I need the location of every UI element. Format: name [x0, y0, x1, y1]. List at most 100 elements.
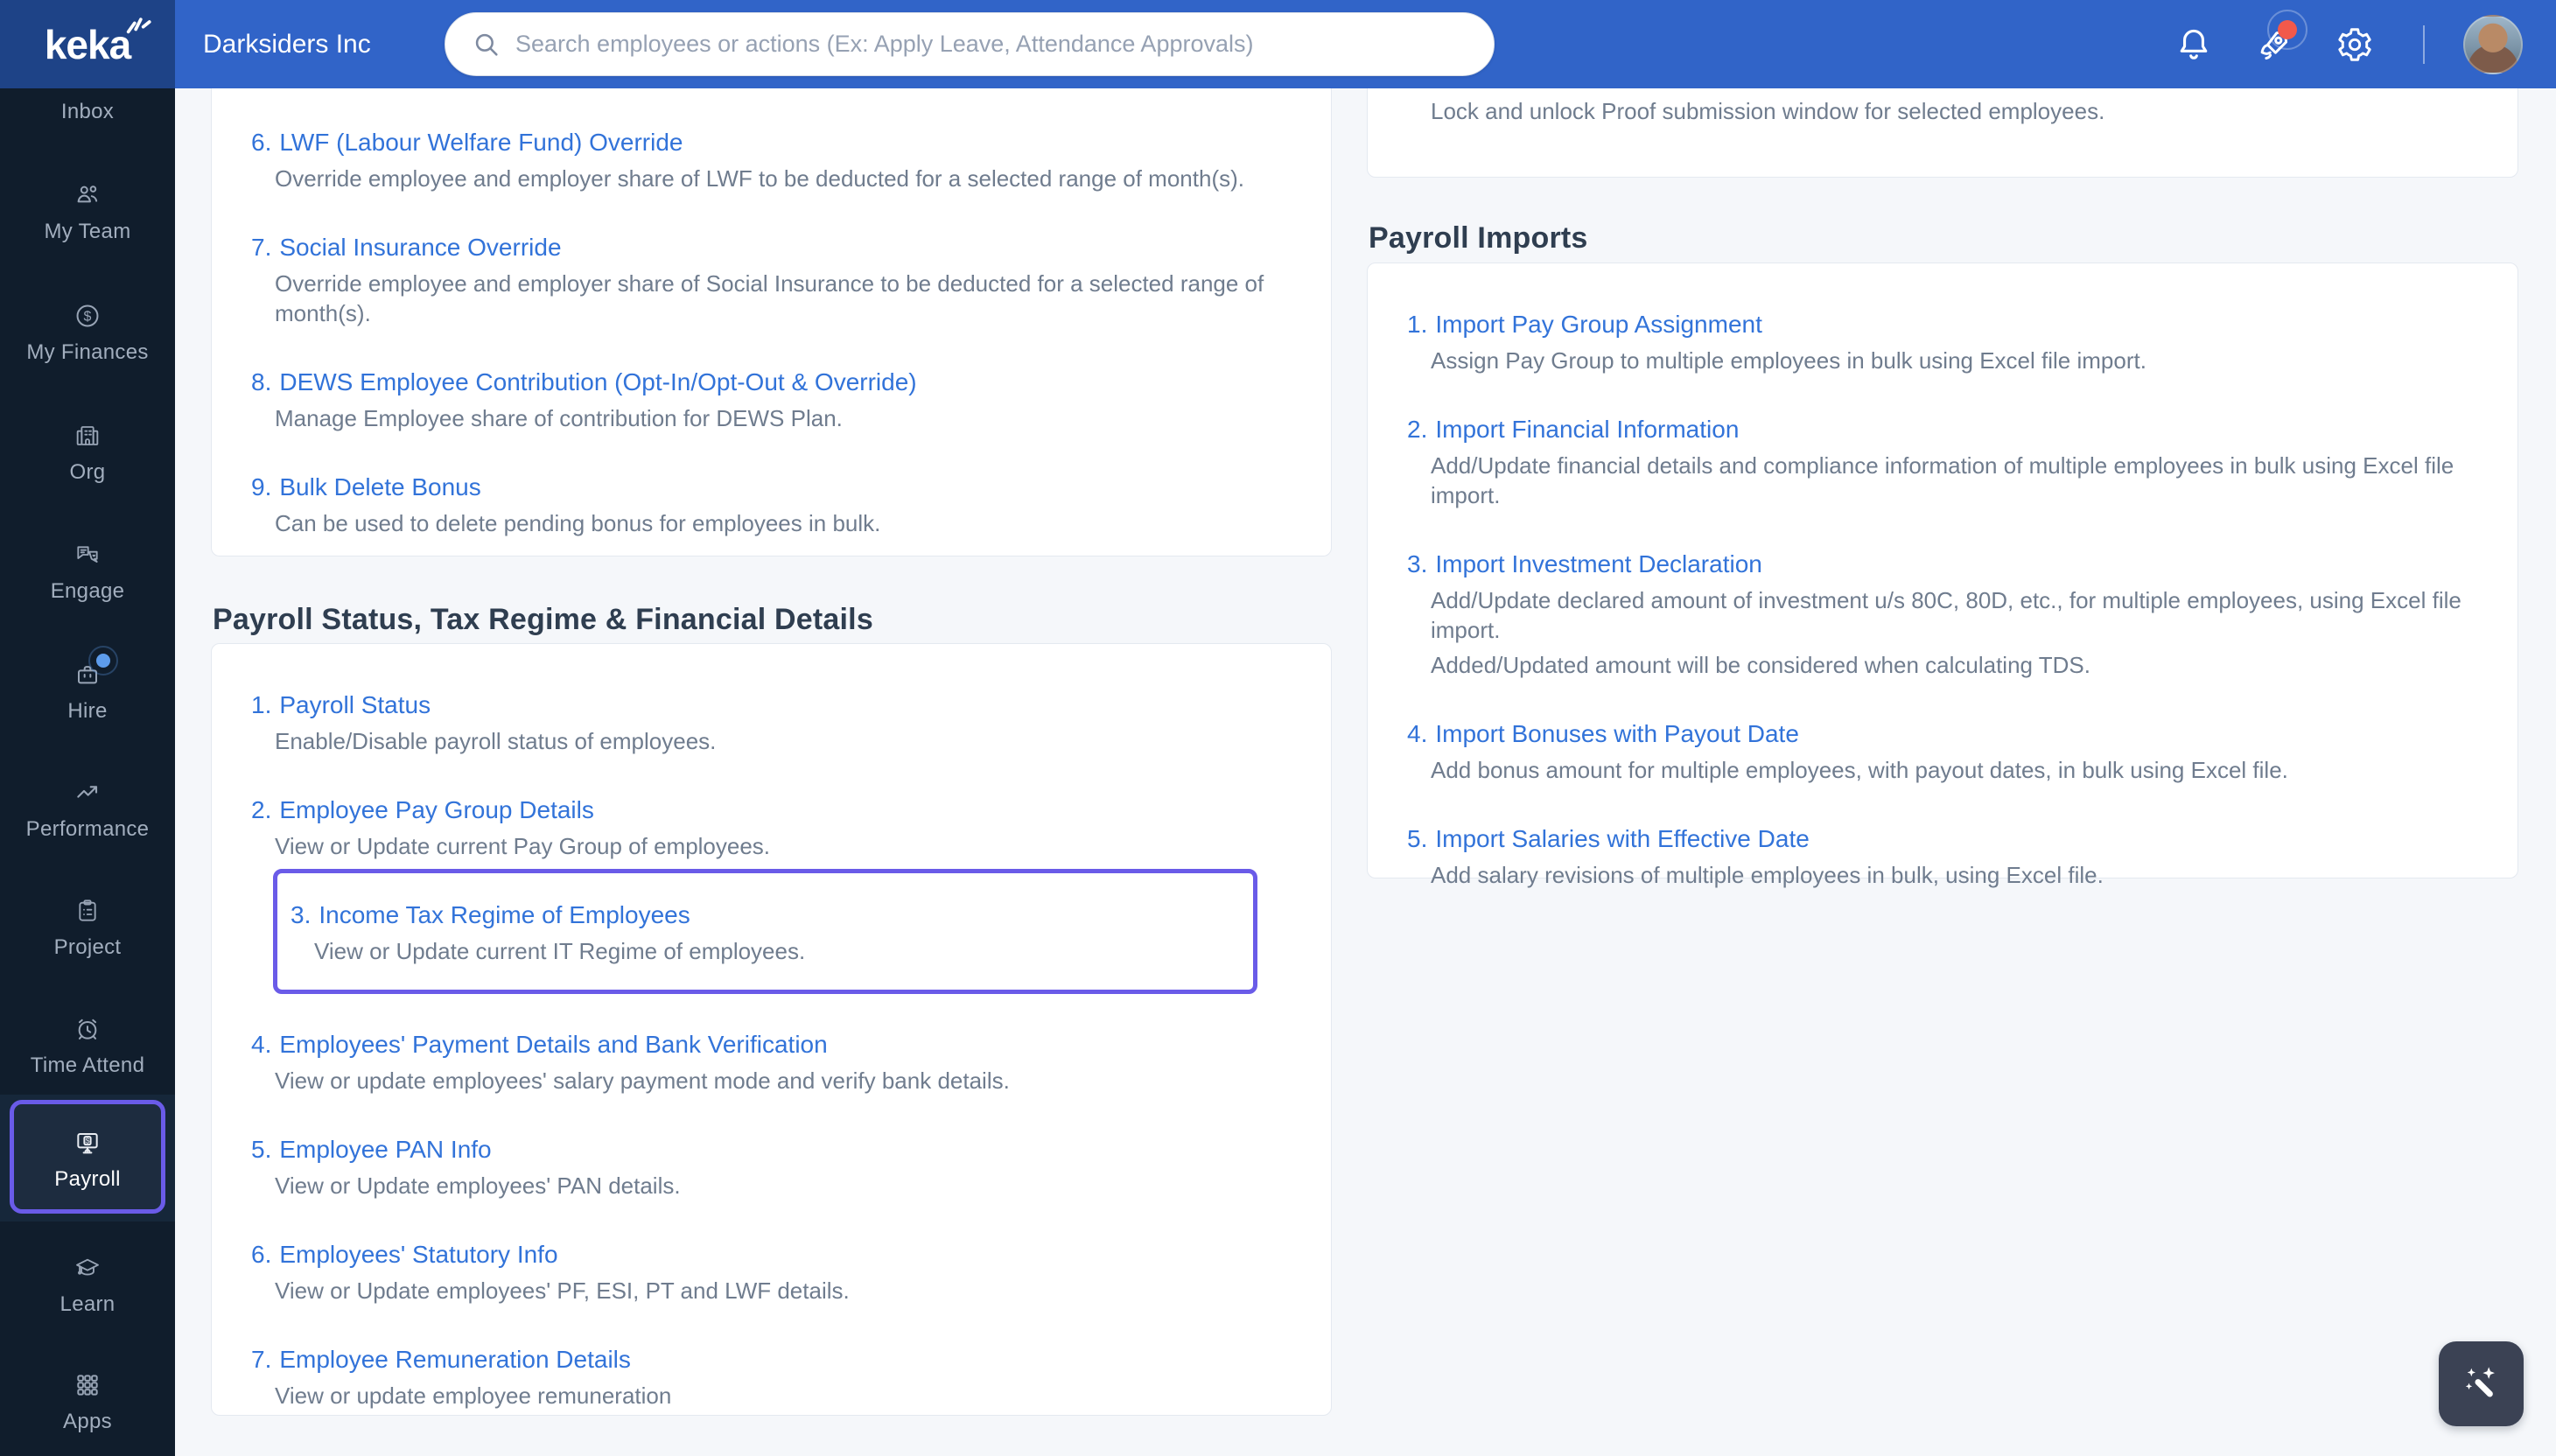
list-item: 9. Bulk Delete Bonus Can be used to dele…	[251, 472, 1296, 538]
item-description: View or update employee remuneration	[275, 1382, 672, 1409]
svg-text:$: $	[84, 310, 92, 325]
list-item: 8. DEWS Employee Contribution (Opt-In/Op…	[251, 368, 1296, 433]
learn-icon	[74, 1254, 102, 1282]
item-description: View or Update employees' PF, ESI, PT an…	[275, 1278, 850, 1304]
item-description: View or Update current Pay Group of empl…	[275, 833, 771, 859]
list-item: 2. Import Financial Information Add/Upda…	[1407, 415, 2482, 510]
search-input[interactable]	[515, 31, 1467, 58]
sidebar-item-inbox[interactable]: Inbox	[0, 88, 175, 124]
performance-icon	[74, 779, 102, 807]
inbox-icon	[74, 88, 102, 89]
main-content: 6. LWF (Labour Welfare Fund) Override Ov…	[175, 88, 2556, 1456]
item-link[interactable]: 3. Income Tax Regime of Employees	[291, 900, 1236, 930]
list-item: 1. Import Pay Group Assignment Assign Pa…	[1407, 310, 2482, 375]
item-link[interactable]: 7. Social Insurance Override	[251, 233, 1296, 262]
top-bar: keka Darksiders Inc	[0, 0, 2556, 88]
global-search[interactable]	[445, 12, 1495, 76]
sidebar-item-time-attend[interactable]: Time Attend	[0, 1015, 175, 1078]
org-icon	[74, 422, 102, 450]
item-description: Enable/Disable payroll status of employe…	[275, 728, 717, 754]
item-link[interactable]: 4. Import Bonuses with Payout Date	[1407, 719, 2482, 749]
sidebar-item-my-team[interactable]: My Team	[0, 181, 175, 244]
sidebar-item-performance[interactable]: Performance	[0, 779, 175, 842]
item-link[interactable]: 1. Import Pay Group Assignment	[1407, 310, 2482, 340]
list-item: 6. Employees' Statutory Info View or Upd…	[251, 1240, 1296, 1306]
item-description: Add/Update declared amount of investment…	[1431, 587, 2461, 643]
search-icon	[475, 33, 498, 56]
list-item: 7. Social Insurance Override Override em…	[251, 233, 1296, 328]
item-description-line2: Added/Updated amount will be considered …	[1431, 652, 2090, 678]
sidebar-item-engage[interactable]: Engage	[0, 541, 175, 604]
logo-wordmark: keka	[44, 21, 131, 67]
item-link[interactable]: 6. Employees' Statutory Info	[251, 1240, 1296, 1270]
item-description: Lock and unlock Proof submission window …	[1431, 98, 2105, 124]
item-link[interactable]: 4. Employees' Payment Details and Bank V…	[251, 1030, 1296, 1060]
sidebar-nav: Inbox My Team $ My Finances Org Engage H…	[0, 88, 175, 1456]
company-name: Darksiders Inc	[203, 29, 371, 59]
item-description: Assign Pay Group to multiple employees i…	[1431, 347, 2146, 374]
list-item: 1. Payroll Status Enable/Disable payroll…	[251, 690, 1296, 756]
item-description: Can be used to delete pending bonus for …	[275, 510, 881, 536]
sidebar-item-my-finances[interactable]: $ My Finances	[0, 302, 175, 365]
item-description: Override employee and employer share of …	[275, 270, 1264, 326]
keka-logo[interactable]: keka	[0, 0, 175, 88]
sidebar-item-project[interactable]: Project	[0, 897, 175, 960]
item-description: Manage Employee share of contribution fo…	[275, 405, 843, 431]
item-link[interactable]: 5. Import Salaries with Effective Date	[1407, 824, 2482, 854]
sidebar-item-learn[interactable]: Learn	[0, 1254, 175, 1317]
item-description: Add bonus amount for multiple employees,…	[1431, 757, 2288, 783]
magic-wand-fab[interactable]	[2439, 1341, 2524, 1426]
proof-submission-card-partial: Lock and unlock Proof submission window …	[1367, 88, 2518, 178]
logo-spark-icon	[126, 17, 151, 33]
hire-notification-dot	[88, 646, 118, 676]
team-icon	[74, 181, 102, 209]
list-item: 2. Employee Pay Group Details View or Up…	[251, 795, 1296, 861]
sidebar-item-payroll[interactable]: $ Payroll	[0, 1129, 175, 1192]
engage-icon	[74, 541, 102, 569]
notifications-bell-icon[interactable]	[2174, 25, 2213, 64]
magic-wand-icon	[2465, 1366, 2495, 1396]
project-icon	[74, 897, 102, 925]
item-description: View or Update employees' PAN details.	[275, 1172, 681, 1199]
item-link[interactable]: 8. DEWS Employee Contribution (Opt-In/Op…	[251, 368, 1296, 397]
settings-gear-icon[interactable]	[2335, 25, 2374, 64]
item-description: Override employee and employer share of …	[275, 165, 1244, 192]
payroll-icon: $	[74, 1129, 102, 1157]
item-link[interactable]: 7. Employee Remuneration Details	[251, 1345, 1296, 1375]
list-item: 4. Employees' Payment Details and Bank V…	[251, 1030, 1296, 1096]
item-link[interactable]: 3. Import Investment Declaration	[1407, 550, 2482, 579]
list-item-highlighted: 3. Income Tax Regime of Employees View o…	[291, 900, 1236, 966]
highlighted-item-box: 3. Income Tax Regime of Employees View o…	[273, 869, 1257, 994]
list-item: 5. Employee PAN Info View or Update empl…	[251, 1135, 1296, 1200]
finances-icon: $	[74, 302, 102, 330]
item-link[interactable]: 2. Import Financial Information	[1407, 415, 2482, 444]
item-link[interactable]: 6. LWF (Labour Welfare Fund) Override	[251, 128, 1296, 158]
rocket-notification-dot	[2267, 9, 2307, 50]
whats-new-rocket-icon[interactable]	[2255, 9, 2307, 64]
item-link[interactable]: 9. Bulk Delete Bonus	[251, 472, 1296, 502]
section-title-payroll-imports: Payroll Imports	[1369, 221, 1588, 255]
item-link[interactable]: 1. Payroll Status	[251, 690, 1296, 720]
item-link[interactable]: 5. Employee PAN Info	[251, 1135, 1296, 1165]
sidebar-item-hire[interactable]: Hire	[0, 646, 175, 724]
item-description: View or Update current IT Regime of empl…	[314, 938, 806, 964]
item-description: Add/Update financial details and complia…	[1431, 452, 2454, 508]
section-title-payroll-status: Payroll Status, Tax Regime & Financial D…	[213, 603, 873, 636]
apps-icon	[74, 1371, 102, 1399]
topbar-divider	[2423, 24, 2425, 64]
payroll-imports-card: 1. Import Pay Group Assignment Assign Pa…	[1367, 262, 2518, 888]
sidebar-item-apps[interactable]: Apps	[0, 1371, 175, 1434]
list-item: 6. LWF (Labour Welfare Fund) Override Ov…	[251, 128, 1296, 193]
list-item: 4. Import Bonuses with Payout Date Add b…	[1407, 719, 2482, 785]
list-item: 7. Employee Remuneration Details View or…	[251, 1345, 1296, 1410]
hire-icon	[74, 646, 118, 689]
sidebar-item-org[interactable]: Org	[0, 422, 175, 485]
keka-payroll-admin-page: keka Darksiders Inc Search employees or …	[0, 0, 2556, 1456]
topbar-actions	[2174, 0, 2556, 88]
payroll-status-card: 1. Payroll Status Enable/Disable payroll…	[211, 643, 1332, 1416]
svg-text:$: $	[86, 1137, 90, 1145]
user-avatar[interactable]	[2463, 14, 2523, 74]
item-link[interactable]: 2. Employee Pay Group Details	[251, 795, 1296, 825]
item-description: View or update employees' salary payment…	[275, 1068, 1010, 1094]
payroll-admin-card-overrides: 6. LWF (Labour Welfare Fund) Override Ov…	[211, 88, 1332, 556]
